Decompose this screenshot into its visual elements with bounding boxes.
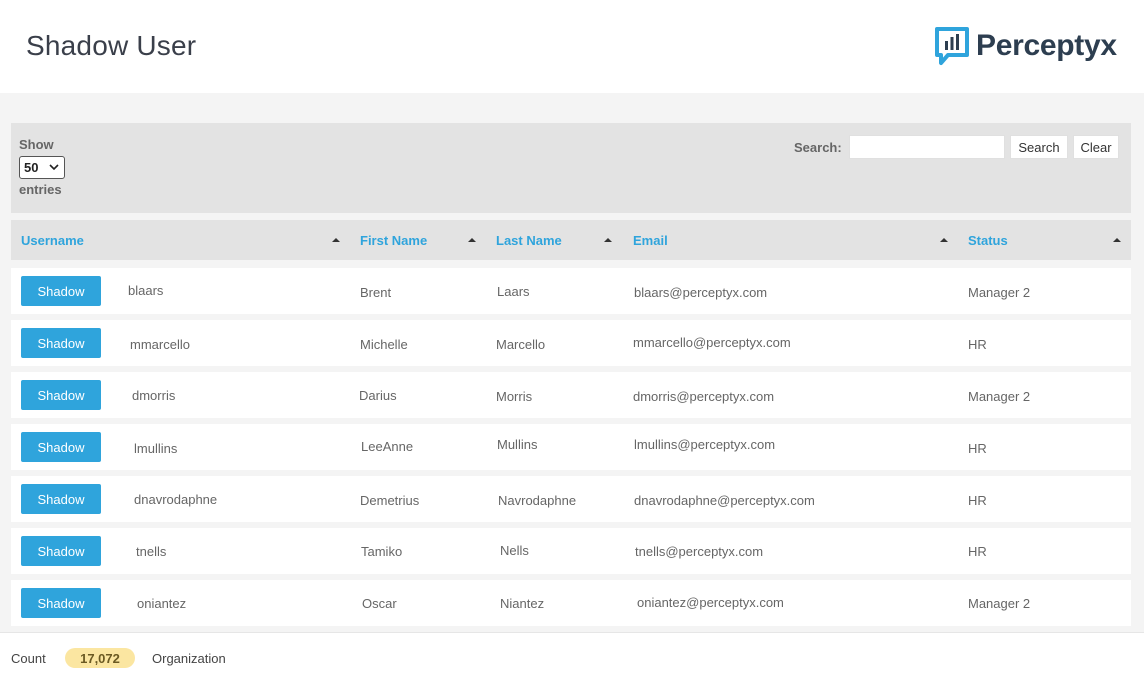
cell-last-name: Niantez (500, 596, 545, 611)
cell-email: lmullins@perceptyx.com (634, 437, 776, 452)
cell-username: blaars (128, 283, 164, 298)
count-label: Count (11, 651, 46, 666)
column-header-status[interactable]: Status (968, 220, 1008, 260)
clear-button[interactable]: Clear (1073, 135, 1119, 159)
cell-first-name: Darius (359, 388, 397, 403)
table-row: Shadow oniantez Oscar Niantez oniantez@p… (11, 580, 1131, 626)
sort-asc-icon[interactable] (332, 236, 340, 244)
footer-bar: Count 17,072 Organization (0, 632, 1144, 679)
table-row: Shadow mmarcello Michelle Marcello mmarc… (11, 320, 1131, 366)
cell-first-name: Michelle (360, 337, 408, 352)
shadow-button[interactable]: Shadow (21, 484, 101, 514)
cell-email: mmarcello@perceptyx.com (633, 335, 791, 350)
cell-username: dmorris (132, 388, 176, 403)
table-row: Shadow lmullins LeeAnne Mullins lmullins… (11, 424, 1131, 470)
table-row: Shadow blaars Brent Laars blaars@percept… (11, 268, 1131, 314)
sort-asc-icon[interactable] (468, 236, 476, 244)
cell-username: dnavrodaphne (134, 492, 218, 507)
cell-last-name: Nells (500, 543, 529, 558)
cell-first-name: Brent (360, 285, 392, 300)
shadow-button[interactable]: Shadow (21, 588, 101, 618)
cell-last-name: Laars (497, 284, 530, 299)
sort-asc-icon[interactable] (940, 236, 948, 244)
cell-last-name: Mullins (497, 437, 538, 452)
column-header-email[interactable]: Email (633, 220, 668, 260)
perceptyx-logo: Perceptyx (934, 26, 1117, 66)
perceptyx-logo-icon (935, 27, 969, 65)
page-size-select[interactable]: 50 (19, 156, 65, 179)
cell-email: dnavrodaphne@perceptyx.com (634, 493, 815, 508)
shadow-button[interactable]: Shadow (21, 276, 101, 306)
cell-status: HR (968, 493, 987, 508)
cell-email: oniantez@perceptyx.com (637, 595, 784, 610)
cell-status: HR (968, 337, 987, 352)
logo-text: Perceptyx (976, 29, 1117, 62)
cell-username: mmarcello (130, 337, 190, 352)
cell-last-name: Navrodaphne (498, 493, 577, 508)
table-controls: Show 50 entries Search: Search Clear (11, 123, 1131, 213)
cell-first-name: Demetrius (360, 493, 420, 508)
show-label: Show (19, 137, 54, 152)
column-header-username[interactable]: Username (21, 220, 84, 260)
shadow-button[interactable]: Shadow (21, 328, 101, 358)
cell-email: blaars@perceptyx.com (634, 285, 768, 300)
search-input[interactable] (849, 135, 1005, 159)
organization-label[interactable]: Organization (152, 651, 226, 666)
cell-last-name: Marcello (496, 337, 546, 352)
cell-first-name: Tamiko (361, 544, 403, 559)
cell-status: HR (968, 544, 987, 559)
table-row: Shadow dmorris Darius Morris dmorris@per… (11, 372, 1131, 418)
cell-username: oniantez (137, 596, 187, 611)
count-badge: 17,072 (65, 648, 135, 668)
cell-last-name: Morris (496, 389, 533, 404)
shadow-button[interactable]: Shadow (21, 380, 101, 410)
cell-email: tnells@perceptyx.com (635, 544, 764, 559)
chevron-down-icon (49, 164, 59, 171)
page-header: Shadow User Perceptyx (0, 0, 1144, 93)
cell-first-name: Oscar (362, 596, 397, 611)
sort-asc-icon[interactable] (1113, 236, 1121, 244)
cell-status: Manager 2 (968, 389, 1031, 404)
search-button[interactable]: Search (1010, 135, 1068, 159)
cell-email: dmorris@perceptyx.com (633, 389, 775, 404)
cell-status: Manager 2 (968, 285, 1031, 300)
shadow-button[interactable]: Shadow (21, 432, 101, 462)
cell-first-name: LeeAnne (361, 439, 414, 454)
cell-username: lmullins (134, 441, 178, 456)
page-title: Shadow User (26, 30, 197, 61)
table-row: Shadow tnells Tamiko Nells tnells@percep… (11, 528, 1131, 574)
table-row: Shadow dnavrodaphne Demetrius Navrodaphn… (11, 476, 1131, 522)
sort-asc-icon[interactable] (604, 236, 612, 244)
shadow-button[interactable]: Shadow (21, 536, 101, 566)
column-header-last-name[interactable]: Last Name (496, 220, 562, 260)
page-size-value: 50 (24, 160, 39, 175)
search-label: Search: (794, 140, 842, 155)
entries-label: entries (19, 182, 62, 197)
cell-status: Manager 2 (968, 596, 1031, 611)
cell-username: tnells (136, 544, 167, 559)
column-header-first-name[interactable]: First Name (360, 220, 427, 260)
cell-status: HR (968, 441, 987, 456)
table-header: Username First Name Last Name Email Stat… (11, 220, 1131, 260)
